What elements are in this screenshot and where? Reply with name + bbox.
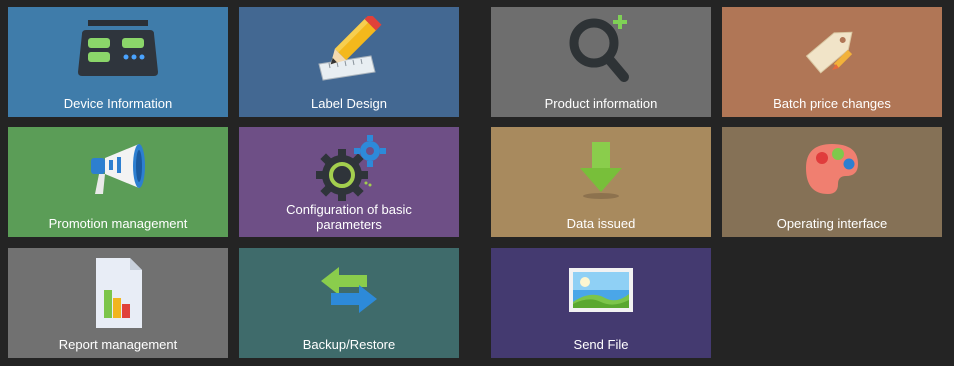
- report-chart-icon: [68, 254, 168, 328]
- tile-label-design[interactable]: Label Design: [239, 7, 459, 117]
- tile-product-information[interactable]: Product information: [491, 7, 711, 117]
- search-add-icon: [551, 13, 651, 85]
- price-tag-icon: [782, 13, 882, 85]
- tile-label: Report management: [58, 337, 178, 352]
- tile-label: Data issued: [566, 216, 636, 231]
- tile-operating-interface[interactable]: Operating interface: [722, 127, 942, 237]
- image-file-icon: [551, 254, 651, 326]
- tile-label: Promotion management: [48, 216, 188, 231]
- device-icon: [68, 13, 168, 85]
- tile-report-management[interactable]: Report management: [8, 248, 228, 358]
- tile-label: Device Information: [63, 96, 173, 111]
- tile-send-file[interactable]: Send File: [491, 248, 711, 358]
- tile-batch-price-changes[interactable]: Batch price changes: [722, 7, 942, 117]
- megaphone-icon: [68, 133, 168, 205]
- tile-device-information[interactable]: Device Information: [8, 7, 228, 117]
- tile-data-issued[interactable]: Data issued: [491, 127, 711, 237]
- sync-arrows-icon: [299, 254, 399, 326]
- tile-label: Send File: [573, 337, 629, 352]
- tile-label: Backup/Restore: [302, 337, 396, 352]
- tile-backup-restore[interactable]: Backup/Restore: [239, 248, 459, 358]
- palette-icon: [782, 133, 882, 205]
- tile-promotion-management[interactable]: Promotion management: [8, 127, 228, 237]
- tile-configuration-basic-parameters[interactable]: Configuration of basic parameters: [239, 127, 459, 237]
- tile-label: Label Design: [311, 96, 387, 111]
- tile-label: Operating interface: [776, 216, 888, 231]
- download-arrow-icon: [551, 133, 651, 205]
- tile-label: Batch price changes: [773, 96, 891, 111]
- tile-label: Configuration of basic parameters: [286, 202, 412, 232]
- pencil-ruler-icon: [299, 13, 399, 85]
- gears-icon: [299, 133, 399, 205]
- tile-label: Product information: [544, 96, 658, 111]
